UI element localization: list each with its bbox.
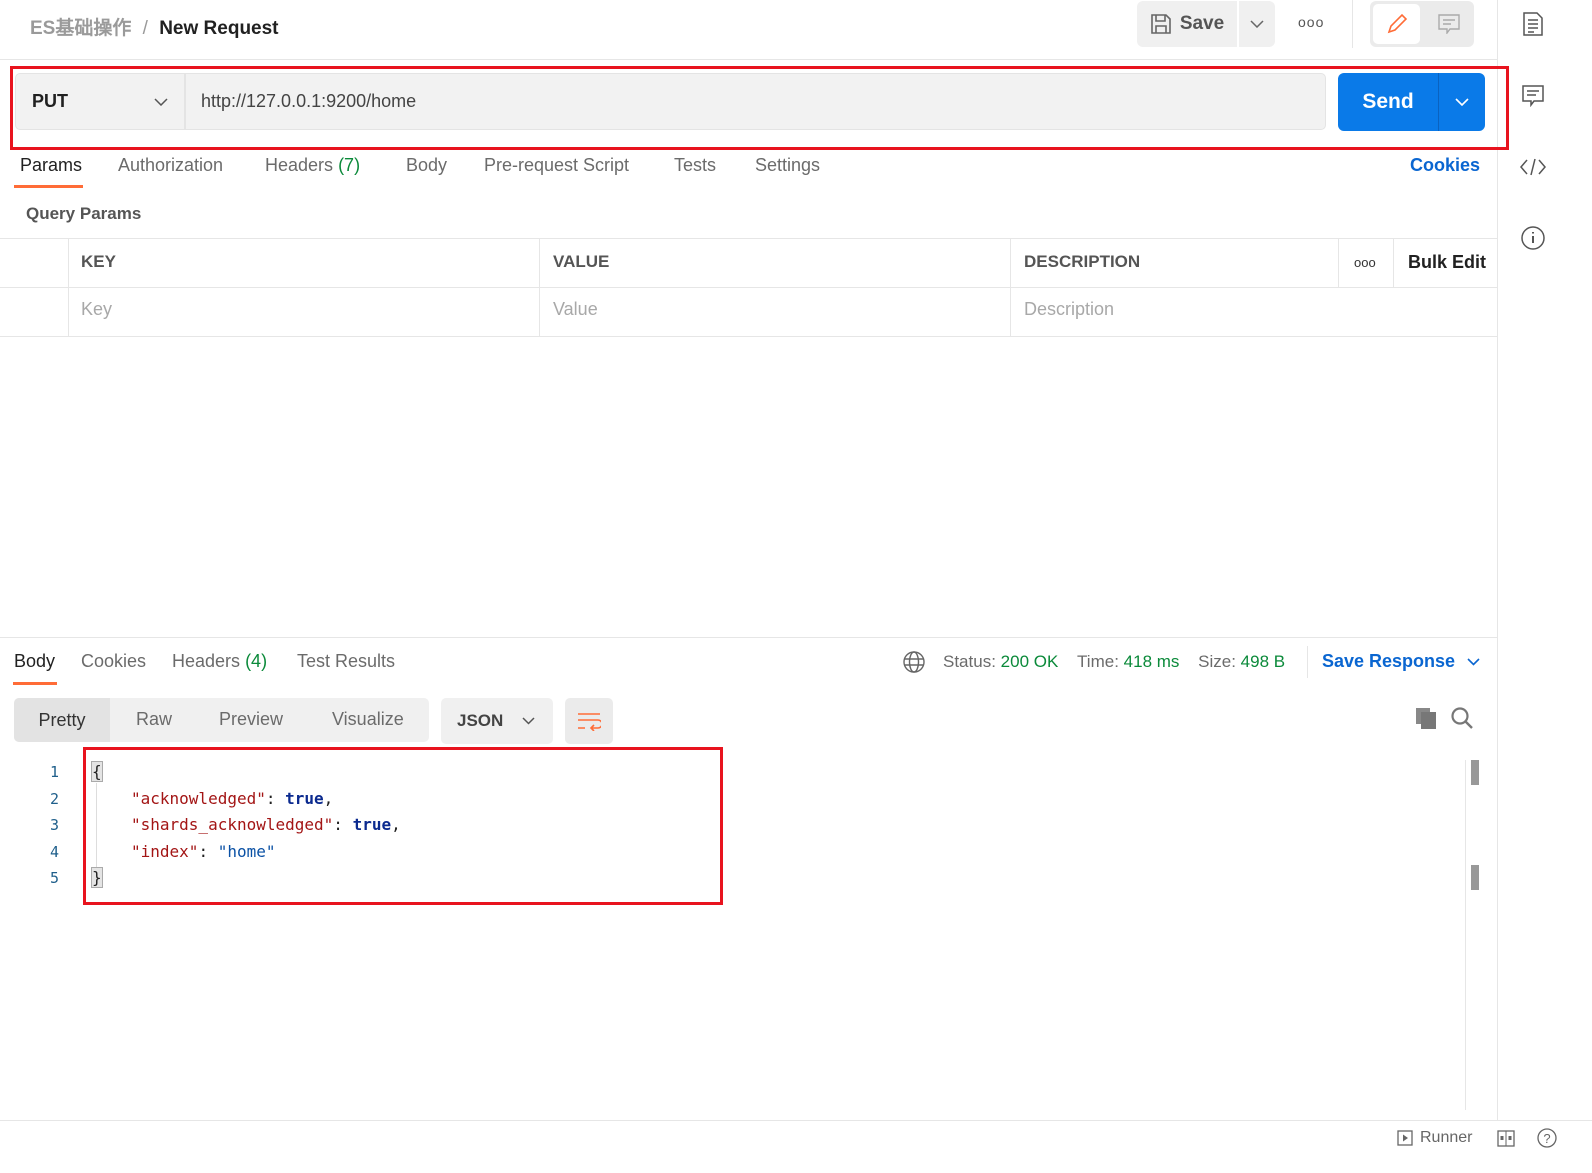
cookies-link[interactable]: Cookies [1410,155,1480,176]
size-value: 498 B [1240,652,1286,671]
scrollbar-marker [1471,865,1479,890]
active-response-tab-indicator [13,682,57,685]
comments-icon[interactable] [1522,85,1544,107]
chevron-down-icon [154,97,168,106]
tab-params[interactable]: Params [20,155,82,176]
chevron-down-icon [1455,98,1469,106]
time-value: 418 ms [1123,652,1180,671]
runner-button[interactable]: Runner [1397,1129,1472,1147]
breadcrumb-separator: / [142,18,148,39]
line-number: 3 [50,816,60,834]
tab-body[interactable]: Body [406,155,447,176]
response-tab-cookies[interactable]: Cookies [81,651,146,672]
scrollbar-thumb[interactable] [1471,760,1479,785]
line-number: 4 [50,843,60,861]
play-icon [1397,1130,1413,1146]
response-headers-count: (4) [245,651,268,671]
scrollbar-track[interactable] [1465,760,1466,1110]
view-mode-raw[interactable]: Raw [136,709,172,730]
documentation-icon[interactable] [1523,12,1543,36]
view-mode-pretty[interactable]: Pretty [14,698,110,742]
copy-icon[interactable] [1415,707,1437,729]
url-text: http://127.0.0.1:9200/home [201,91,417,111]
method-label: PUT [32,91,68,111]
code-line: { [91,761,103,782]
send-dropdown-button[interactable] [1438,73,1485,131]
comment-mode-button[interactable] [1426,4,1471,44]
save-button[interactable]: Save [1137,1,1237,47]
view-mode-preview[interactable]: Preview [219,709,283,730]
svg-text:?: ? [1543,1131,1550,1146]
chevron-down-icon [1250,20,1264,28]
globe-icon[interactable] [903,651,925,673]
bulk-edit-button[interactable]: Bulk Edit [1408,252,1486,273]
comment-icon [1437,14,1460,34]
headers-count: (7) [338,155,361,175]
code-line: } [91,867,103,888]
edit-mode-button[interactable] [1373,4,1420,44]
mode-toggle [1370,1,1474,47]
save-icon [1150,13,1172,35]
chevron-down-icon [1467,657,1480,666]
code-line: "shards_acknowledged": true, [131,815,401,834]
line-number: 1 [50,763,60,781]
query-params-title: Query Params [26,204,142,223]
tab-pre-request-script[interactable]: Pre-request Script [484,155,629,176]
method-select[interactable]: PUT [15,73,185,130]
save-response-button[interactable]: Save Response [1322,651,1480,672]
response-tab-headers[interactable]: Headers (4) [172,651,267,672]
value-input[interactable]: Value [553,299,598,320]
save-label: Save [1179,13,1225,34]
more-options-button[interactable]: ooo [1298,14,1324,30]
code-icon[interactable] [1520,158,1546,176]
column-header-description: DESCRIPTION [1024,252,1141,271]
code-line: "index": "home" [131,842,276,861]
chevron-down-icon [522,717,535,725]
url-input[interactable]: http://127.0.0.1:9200/home [185,73,1326,130]
status-value: 200 OK [1000,652,1059,671]
save-dropdown-button[interactable] [1239,1,1275,47]
description-input[interactable]: Description [1024,299,1114,320]
breadcrumb: ES基础操作 / New Request [30,13,279,40]
view-mode-visualize[interactable]: Visualize [332,709,404,730]
response-tab-body[interactable]: Body [14,651,55,672]
key-input[interactable]: Key [81,299,112,320]
wrap-icon [577,711,601,731]
tab-headers[interactable]: Headers (7) [265,155,360,176]
tab-authorization[interactable]: Authorization [118,155,223,176]
pencil-icon [1386,13,1408,35]
format-select[interactable]: JSON [441,698,553,744]
line-number: 5 [50,869,60,887]
column-header-value: VALUE [553,252,610,271]
column-header-key: KEY [81,252,116,271]
tab-settings[interactable]: Settings [755,155,820,176]
response-tab-test-results[interactable]: Test Results [297,651,395,672]
search-icon[interactable] [1451,707,1473,729]
two-pane-icon[interactable] [1497,1130,1515,1147]
info-icon[interactable] [1521,226,1545,250]
wrap-lines-button[interactable] [565,698,613,744]
tab-tests[interactable]: Tests [674,155,716,176]
help-icon[interactable]: ? [1537,1128,1557,1148]
response-meta: Status: 200 OK Time: 418 ms Size: 498 B [943,652,1286,671]
table-more-button[interactable]: ooo [1354,255,1376,270]
breadcrumb-collection[interactable]: ES基础操作 [30,18,131,39]
code-line: "acknowledged": true, [131,789,334,808]
line-number: 2 [50,790,60,808]
send-button[interactable]: Send [1338,73,1438,131]
active-tab-indicator [14,185,83,188]
send-label: Send [1362,90,1414,113]
request-name[interactable]: New Request [159,18,278,39]
